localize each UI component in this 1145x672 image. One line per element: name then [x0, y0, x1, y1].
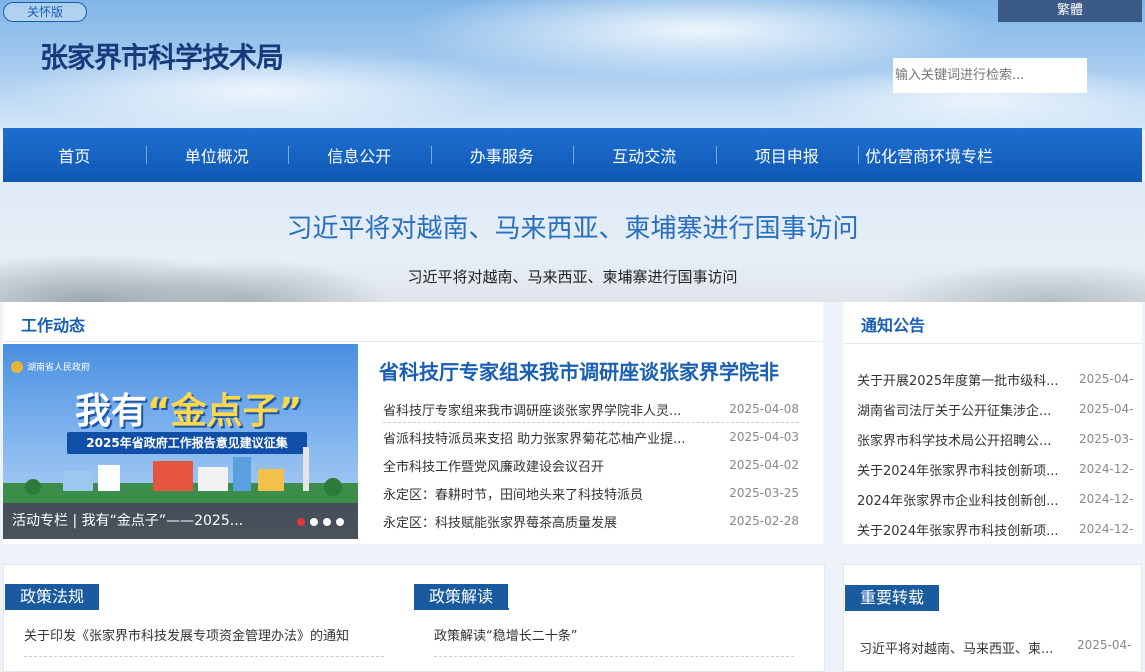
news-date: 2025-04-08 — [729, 402, 799, 416]
work-news-list: 省科技厅专家组来我市调研座谈张家界学院非人灵... 2025-04-08 省派科… — [383, 396, 799, 535]
nav-item-info-disclosure[interactable]: 信息公开 — [288, 128, 431, 182]
notice-date: 2025-04- — [1079, 402, 1134, 416]
news-date: 2025-02-28 — [729, 514, 799, 528]
slide-big-text-b: “金点子” — [147, 391, 303, 432]
notice-date: 2024-12- — [1079, 522, 1134, 536]
notice-date: 2024-12- — [1079, 462, 1134, 476]
repost-title-partial — [859, 664, 1073, 672]
divider — [845, 609, 939, 611]
search-input[interactable] — [893, 58, 1087, 93]
notices-title[interactable]: 通知公告 — [861, 312, 925, 336]
divider — [414, 608, 509, 610]
list-item[interactable]: 永定区：春耕时节，田间地头来了科技特派员 2025-03-25 — [383, 479, 799, 507]
list-item[interactable]: 省派科技特派员来支招 助力张家界菊花芯柚产业提... 2025-04-03 — [383, 423, 799, 451]
list-item[interactable]: 关于2024年张家界市科技创新项... 2024-12- — [857, 514, 1137, 544]
notices-list: 关于开展2025年度第一批市级科... 2025-04- 湖南省司法厅关于公开征… — [857, 364, 1137, 544]
policy-interpretation-title[interactable]: 政策解读 — [414, 584, 509, 610]
slide-dot-1[interactable] — [297, 518, 305, 526]
notice-date: 2024-12- — [1079, 492, 1134, 506]
main-nav: 首页 单位概况 信息公开 办事服务 互动交流 项目申报 优化营商环境专栏 — [3, 128, 1142, 182]
news-date: 2025-03-25 — [729, 486, 799, 500]
work-news-title[interactable]: 工作动态 — [21, 312, 85, 336]
slide-big-text-a: 我有 — [75, 391, 148, 432]
list-item[interactable]: 永定区：科技赋能张家界莓茶高质量发展 2025-02-28 — [383, 507, 799, 535]
news-title: 全市科技工作暨党风廉政建设会议召开 — [383, 459, 605, 475]
slide-dot-3[interactable] — [323, 518, 331, 526]
featured-news-title[interactable]: 省科技厅专家组来我市调研座谈张家界学院非 — [379, 356, 819, 385]
news-slideshow[interactable]: 湖南省人民政府 我有“金点子” 2025年省政府工作报告意见建议征集 活动专栏 … — [3, 344, 358, 539]
policy-interpretation-item[interactable]: 政策解读“稳增长二十条” — [434, 625, 794, 644]
notice-title: 关于2024年张家界市科技创新项... — [857, 523, 1059, 539]
slide-big-text: 我有“金点子” — [75, 382, 302, 434]
slide-caption[interactable]: 活动专栏 | 我有“金点子”——2025... — [12, 510, 267, 530]
news-date: 2025-04-03 — [729, 430, 799, 444]
list-item[interactable]: 张家界市科学技术局公开招聘公... 2025-03- — [857, 424, 1137, 454]
nav-item-interaction[interactable]: 互动交流 — [573, 128, 716, 182]
site-title[interactable]: 张家界市科学技术局 — [40, 36, 284, 76]
banner-subline[interactable]: 习近平将对越南、马来西亚、柬埔寨进行国事访问 — [0, 266, 1145, 287]
news-date: 2025-04-02 — [729, 458, 799, 472]
slide-gov-label: 湖南省人民政府 — [11, 360, 90, 373]
list-item[interactable] — [859, 664, 1135, 672]
city-skyline-illustration — [3, 447, 358, 503]
headline-banner: 习近平将对越南、马来西亚、柬埔寨进行国事访问 习近平将对越南、马来西亚、柬埔寨进… — [0, 182, 1145, 302]
repost-date: 2025-04- — [1077, 638, 1132, 652]
news-title: 永定区：春耕时节，田间地头来了科技特派员 — [383, 487, 644, 503]
notice-date: 2025-03- — [1079, 432, 1134, 446]
nav-item-overview[interactable]: 单位概况 — [145, 128, 289, 182]
gov-emblem-icon — [11, 360, 23, 373]
divider — [5, 608, 99, 610]
list-item[interactable]: 关于2024年张家界市科技创新项... 2024-12- — [857, 454, 1137, 484]
list-item[interactable]: 全市科技工作暨党风廉政建设会议召开 2025-04-02 — [383, 451, 799, 479]
traditional-chinese-button[interactable]: 繁體 — [998, 0, 1142, 22]
list-item[interactable]: 2024年张家界市企业科技创新创... 2024-12- — [857, 484, 1137, 514]
repost-title: 习近平将对越南、马来西亚、柬... — [859, 642, 1054, 657]
list-item[interactable]: 湖南省司法厅关于公开征集涉企... 2025-04- — [857, 394, 1137, 424]
notice-date: 2025-04- — [1079, 372, 1134, 386]
banner-headline[interactable]: 习近平将对越南、马来西亚、柬埔寨进行国事访问 — [0, 208, 1145, 245]
divider — [434, 656, 794, 657]
header: 关怀版 繁體 张家界市科学技术局 — [0, 0, 1145, 130]
notice-title: 2024年张家界市企业科技创新创... — [857, 493, 1059, 509]
news-title: 省派科技特派员来支招 助力张家界菊花芯柚产业提... — [383, 431, 686, 447]
reposts-title[interactable]: 重要转载 — [845, 585, 940, 611]
nav-item-business-environment[interactable]: 优化营商环境专栏 — [858, 128, 1000, 182]
list-item[interactable]: 关于开展2025年度第一批市级科... 2025-04- — [857, 364, 1137, 394]
policy-regulations-title[interactable]: 政策法规 — [5, 584, 100, 610]
care-mode-button[interactable]: 关怀版 — [3, 2, 87, 22]
nav-item-home[interactable]: 首页 — [3, 128, 146, 182]
notice-title: 张家界市科学技术局公开招聘公... — [857, 433, 1052, 449]
divider — [3, 341, 823, 342]
list-item[interactable]: 省科技厅专家组来我市调研座谈张家界学院非人灵... 2025-04-08 — [383, 396, 799, 423]
nav-item-services[interactable]: 办事服务 — [430, 128, 574, 182]
notice-title: 关于开展2025年度第一批市级科... — [857, 373, 1059, 389]
slide-dot-2[interactable] — [310, 518, 318, 526]
policy-regulations-item[interactable]: 关于印发《张家界市科技发展专项资金管理办法》的通知 — [24, 625, 384, 644]
notice-title: 湖南省司法厅关于公开征集涉企... — [857, 403, 1052, 419]
divider — [843, 343, 1142, 344]
divider — [24, 656, 384, 657]
slide-dot-4[interactable] — [336, 518, 344, 526]
news-title: 省科技厅专家组来我市调研座谈张家界学院非人灵... — [383, 403, 682, 419]
notice-title: 关于2024年张家界市科技创新项... — [857, 463, 1059, 479]
nav-item-project-application[interactable]: 项目申报 — [715, 128, 859, 182]
list-item[interactable]: 习近平将对越南、马来西亚、柬... 2025-04- — [859, 638, 1135, 657]
gov-label-text: 湖南省人民政府 — [27, 363, 91, 373]
slide-pagination — [297, 518, 344, 526]
news-title: 永定区：科技赋能张家界莓茶高质量发展 — [383, 515, 618, 531]
